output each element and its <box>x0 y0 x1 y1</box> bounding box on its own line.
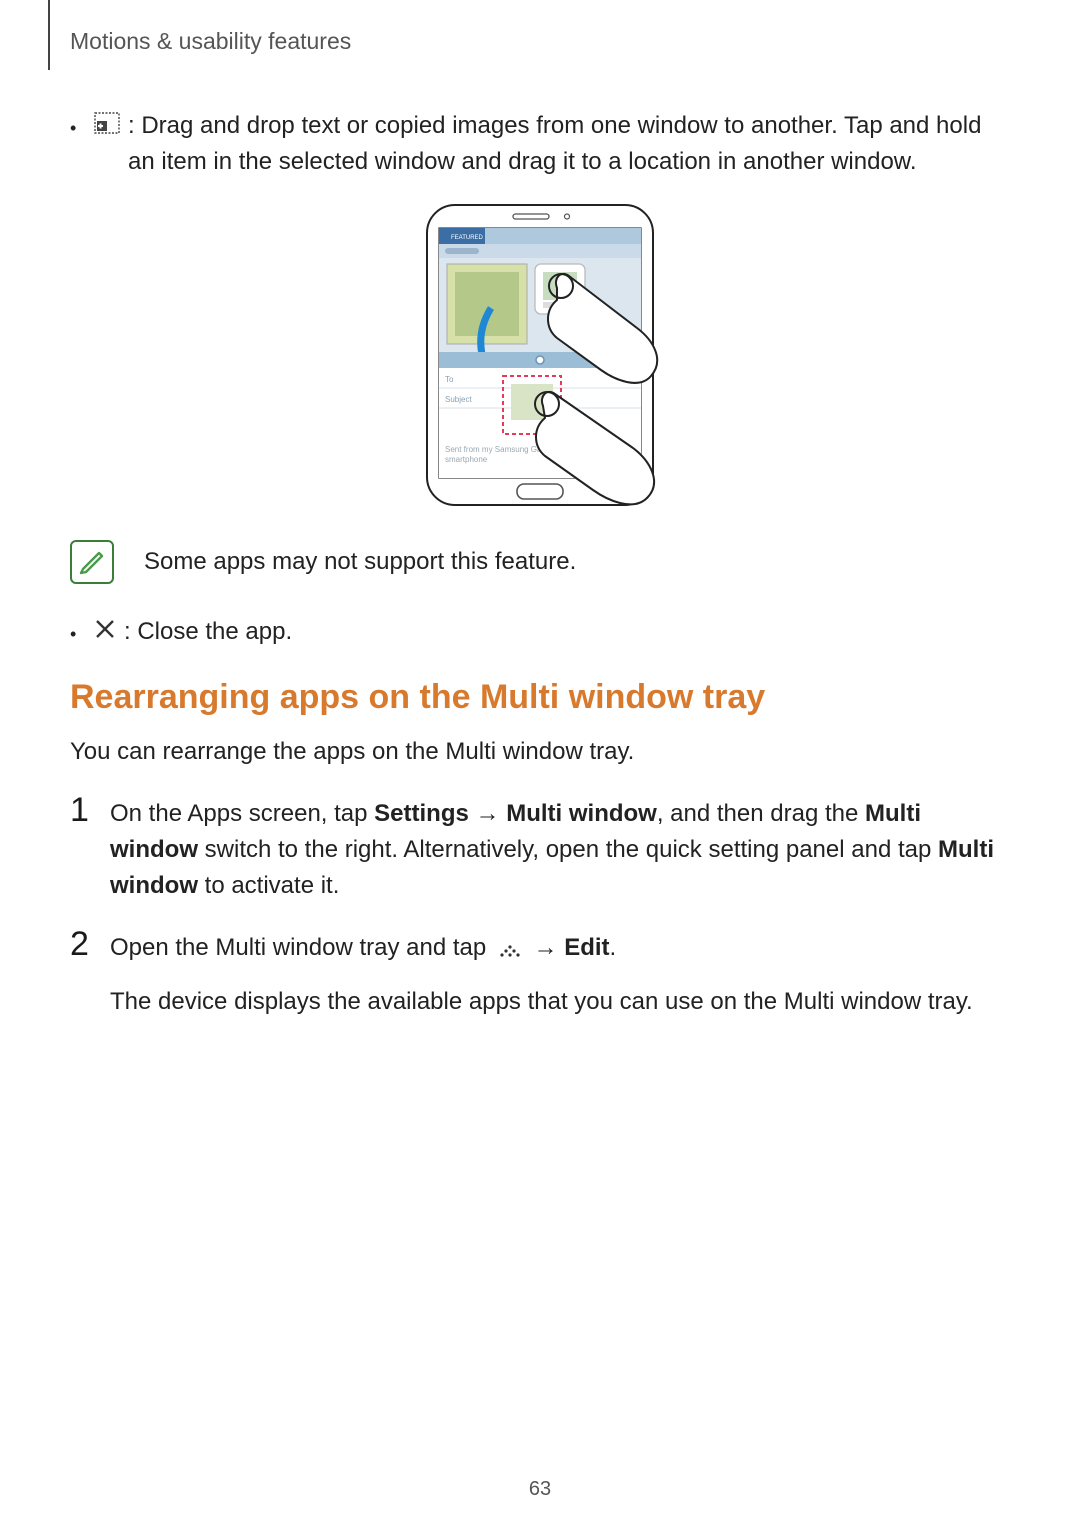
bullet-marker: • <box>70 108 94 139</box>
close-x-icon <box>94 614 124 645</box>
step-number: 1 <box>70 792 110 829</box>
text: switch to the right. Alternatively, open… <box>198 836 938 863</box>
bullet-drag-drop: • : Drag and drop text or copied images … <box>70 108 1010 180</box>
text: . <box>610 934 617 961</box>
step-2: 2 Open the Multi window tray and tap → E… <box>70 930 1010 1020</box>
bullet-close: • : Close the app. <box>70 614 1010 650</box>
page-number: 63 <box>0 1478 1080 1501</box>
step-number: 2 <box>70 926 110 963</box>
bullet-marker: • <box>70 614 94 645</box>
tab-label: FEATURED <box>451 235 484 241</box>
step-text: Open the Multi window tray and tap → Edi… <box>110 930 973 1020</box>
label-subject: Subject <box>445 395 472 404</box>
step-subtext: The device displays the available apps t… <box>110 984 973 1020</box>
arrow: → <box>469 800 506 827</box>
label-to: To <box>445 375 454 384</box>
svg-text:smartphone: smartphone <box>445 455 488 464</box>
bullet-text: : Close the app. <box>124 614 292 650</box>
section-heading: Rearranging apps on the Multi window tra… <box>70 678 1010 717</box>
intro-text: You can rearrange the apps on the Multi … <box>70 735 1010 770</box>
arrow: → <box>527 934 564 961</box>
text: to activate it. <box>198 872 339 899</box>
note-text: Some apps may not support this feature. <box>144 548 576 576</box>
step-1: 1 On the Apps screen, tap Settings → Mul… <box>70 796 1010 904</box>
text: On the Apps screen, tap <box>110 800 374 827</box>
drag-drop-illustration: FEATURED To Subject Sent from my Samsung… <box>395 200 685 510</box>
multi-window-label: Multi window <box>506 800 657 827</box>
drag-content-icon <box>94 108 128 139</box>
text: , and then drag the <box>657 800 865 827</box>
note-block: Some apps may not support this feature. <box>70 540 1010 584</box>
settings-label: Settings <box>374 800 469 827</box>
header-rule <box>48 0 50 70</box>
bullet-text: : Drag and drop text or copied images fr… <box>128 108 1010 180</box>
more-dots-icon <box>496 941 524 959</box>
edit-label: Edit <box>564 934 609 961</box>
note-icon <box>70 540 114 584</box>
section-header: Motions & usability features <box>70 28 351 55</box>
page-content: • : Drag and drop text or copied images … <box>70 108 1010 1020</box>
step-text: On the Apps screen, tap Settings → Multi… <box>110 796 1010 904</box>
text: Open the Multi window tray and tap <box>110 934 493 961</box>
